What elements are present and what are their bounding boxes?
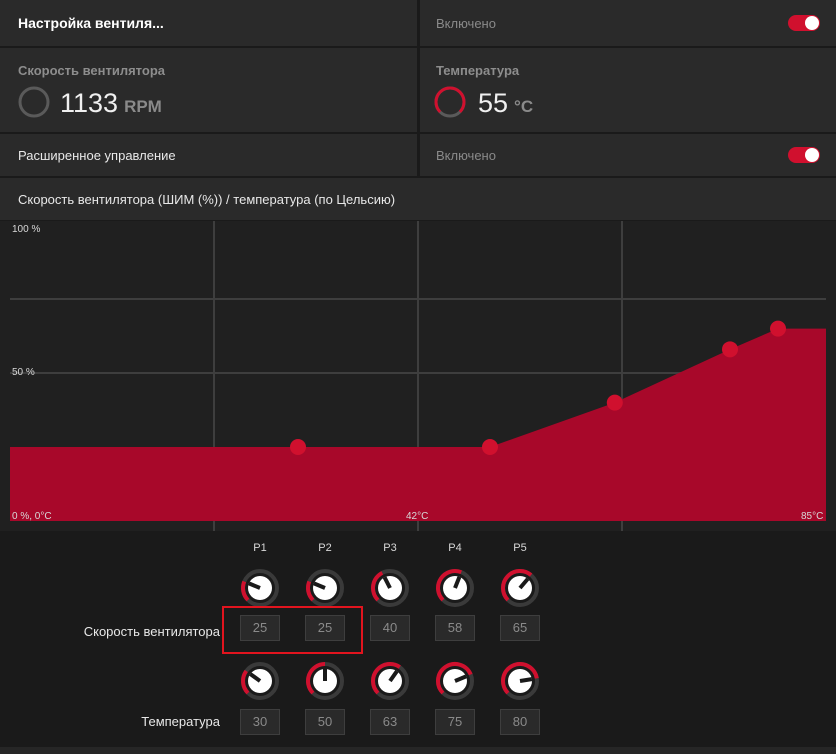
temp-knob-p3[interactable] xyxy=(370,661,410,701)
temperature-readout: 55 °C xyxy=(478,88,533,119)
temp-value-p5[interactable]: 80 xyxy=(500,709,540,735)
page-title: Настройка вентиля... xyxy=(18,15,164,31)
advanced-control-label: Расширенное управление xyxy=(18,148,176,163)
advanced-control-toggle[interactable] xyxy=(788,147,820,163)
header-title-cell: Настройка вентиля... xyxy=(0,0,417,46)
toggle-knob xyxy=(805,16,819,30)
advanced-status-cell: Включено xyxy=(420,134,836,176)
advanced-control-cell: Расширенное управление xyxy=(0,134,417,176)
fan-curve-chart: 100 % 50 % 0 %, 0°C 42°C 85°C xyxy=(0,221,836,531)
fan-speed-value: 1133 xyxy=(60,88,119,118)
speed-knob-p1[interactable] xyxy=(240,568,280,608)
point-label-p4: P4 xyxy=(448,542,462,554)
speed-value-p3[interactable]: 40 xyxy=(370,615,410,641)
speed-knob-p3[interactable] xyxy=(370,568,410,608)
temp-knob-p5[interactable] xyxy=(500,661,540,701)
toggle-knob xyxy=(805,148,819,162)
temperature-unit: °C xyxy=(514,97,534,116)
x-tick-label: 85°C xyxy=(801,511,824,522)
temp-knob-p2[interactable] xyxy=(305,661,345,701)
speed-knob-p4[interactable] xyxy=(435,568,475,608)
fan-tuning-toggle[interactable] xyxy=(788,15,820,31)
speed-knob-p5[interactable] xyxy=(500,568,540,608)
point-label-p1: P1 xyxy=(253,542,267,554)
point-label-p5: P5 xyxy=(513,542,527,554)
point-label-p3: P3 xyxy=(383,542,397,554)
temperature-value: 55 xyxy=(478,88,509,118)
curve-point xyxy=(722,341,738,358)
chart-title: Скорость вентилятора (ШИМ (%)) / темпера… xyxy=(18,192,396,207)
origin-label: 0 %, 0°C xyxy=(12,511,52,522)
fan-speed-cell: Скорость вентилятора 1133 RPM xyxy=(0,48,417,132)
point-label-p2: P2 xyxy=(318,542,332,554)
temperature-row-label: Температура xyxy=(141,714,220,729)
speed-value-p5[interactable]: 65 xyxy=(500,615,540,641)
chart-title-bar: Скорость вентилятора (ШИМ (%)) / темпера… xyxy=(0,178,836,220)
curve-point xyxy=(290,439,306,455)
curve-point xyxy=(482,439,498,455)
temperature-gauge-icon xyxy=(434,86,466,118)
temp-value-p3[interactable]: 63 xyxy=(370,709,410,735)
speed-knob-p2[interactable] xyxy=(305,568,345,608)
y-tick-label: 100 % xyxy=(12,224,41,235)
speed-value-p1[interactable]: 25 xyxy=(240,615,280,641)
curve-point xyxy=(606,394,623,411)
temp-value-p1[interactable]: 30 xyxy=(240,709,280,735)
advanced-status-text: Включено xyxy=(436,148,496,163)
temperature-label: Температура xyxy=(436,63,520,78)
fan-speed-unit: RPM xyxy=(124,97,162,116)
temp-value-p4[interactable]: 75 xyxy=(435,709,475,735)
speed-value-p4[interactable]: 58 xyxy=(435,615,475,641)
bottom-divider xyxy=(0,747,836,754)
temp-value-p2[interactable]: 50 xyxy=(305,709,345,735)
header-status-text: Включено xyxy=(436,16,496,31)
fan-speed-gauge-icon xyxy=(18,86,50,118)
speed-value-p2[interactable]: 25 xyxy=(305,615,345,641)
temp-knob-p1[interactable] xyxy=(240,661,280,701)
fan-speed-label: Скорость вентилятора xyxy=(18,63,165,78)
temp-knob-p4[interactable] xyxy=(435,661,475,701)
fan-speed-readout: 1133 RPM xyxy=(60,88,162,119)
curve-point xyxy=(770,320,786,337)
fan-curve-svg xyxy=(10,221,826,531)
header-status-cell: Включено xyxy=(420,0,836,46)
x-tick-label: 42°C xyxy=(406,511,429,522)
y-tick-label: 50 % xyxy=(12,367,35,378)
speed-row-label: Скорость вентилятора xyxy=(83,624,220,639)
temperature-cell: Температура 55 °C xyxy=(420,48,836,132)
